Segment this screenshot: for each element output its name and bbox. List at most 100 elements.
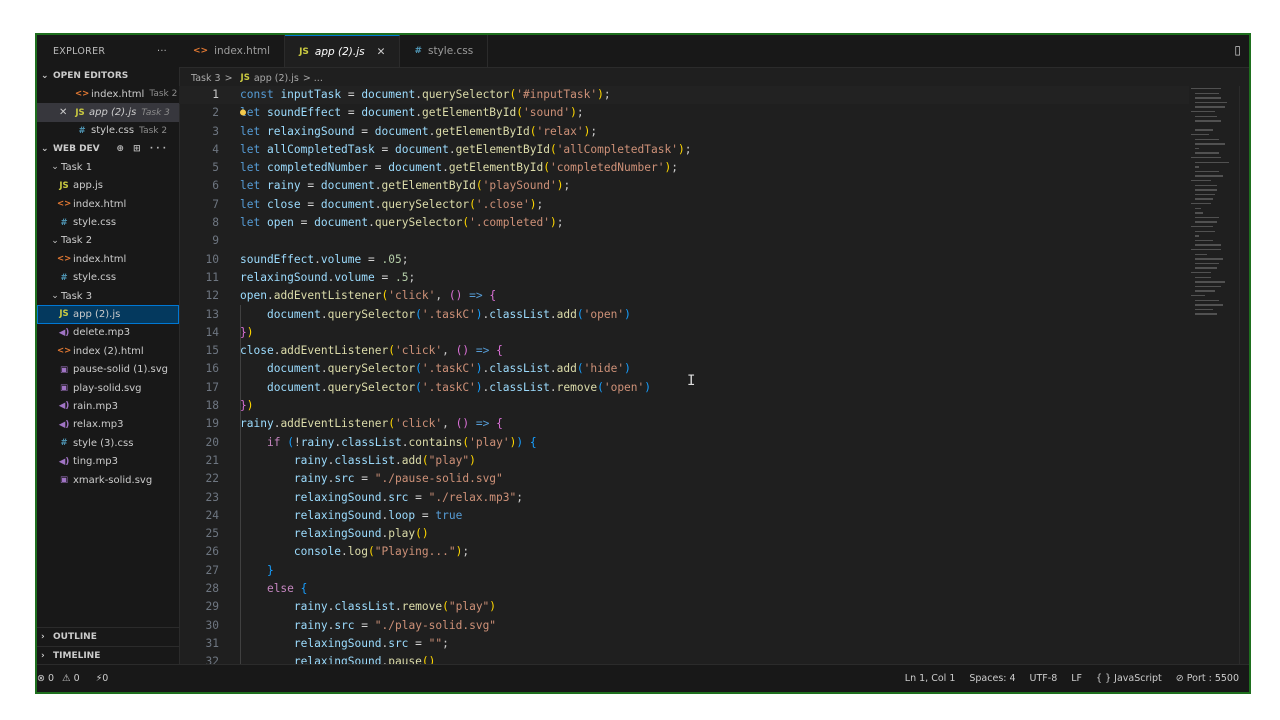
open-editor-item[interactable]: <> index.html Task 2 [37, 85, 179, 103]
errors-indicator[interactable]: ⊗ 0 [37, 673, 54, 684]
file-item[interactable]: ▣ pause-solid (1).svg [37, 360, 179, 378]
code-line[interactable]: 28 else { [179, 580, 1189, 598]
code-line[interactable]: 17 document.querySelector('.taskC').clas… [179, 379, 1189, 397]
file-item[interactable]: ▣ xmark-solid.svg [37, 471, 179, 489]
file-item[interactable]: ◀) relax.mp3 [37, 416, 179, 434]
chevron-down-icon: ⌄ [51, 162, 59, 173]
workspace-section[interactable]: ⌄ WEB DEV ⊕ ⊞ ··· [37, 140, 179, 158]
code-line[interactable]: 15 close.addEventListener('click', () => … [179, 342, 1189, 360]
minimap-line [1195, 258, 1223, 260]
outline-section[interactable]: › OUTLINE [37, 627, 179, 646]
close-icon[interactable]: ✕ [377, 46, 386, 58]
code-line[interactable]: 2 let soundEffect = document.getElementBy… [179, 104, 1189, 122]
open-editor-hint: Task 3 [141, 107, 170, 118]
minimap-line [1195, 262, 1219, 265]
file-item-active[interactable]: JS app (2).js [37, 305, 179, 324]
code-line[interactable]: 13 document.querySelector('.taskC').clas… [179, 306, 1189, 324]
indentation[interactable]: Spaces: 4 [969, 673, 1015, 684]
folder-task-2[interactable]: ⌄ Task 2 [37, 232, 179, 250]
timeline-section[interactable]: › TIMELINE [37, 646, 179, 665]
open-editors-section[interactable]: ⌄ OPEN EDITORS [37, 67, 179, 85]
code-line[interactable]: 24 relaxingSound.loop = true [179, 507, 1189, 525]
code-line[interactable]: 12 open.addEventListener('click', () => { [179, 287, 1189, 305]
tab-app-js[interactable]: JS app (2).js ✕ [285, 35, 401, 67]
tab-style-css[interactable]: # style.css [400, 35, 489, 67]
file-item[interactable]: # style (3).css [37, 434, 179, 452]
tab-label: index.html [214, 45, 271, 57]
line-ending[interactable]: LF [1071, 673, 1082, 684]
file-item[interactable]: <> index.html [37, 250, 179, 268]
tab-index-html[interactable]: <> index.html [179, 35, 286, 67]
code-line[interactable]: 25 relaxingSound.play() [179, 525, 1189, 543]
warnings-indicator[interactable]: ⚠ 0 [62, 673, 80, 684]
code-line[interactable]: 10 soundEffect.volume = .05; [179, 251, 1189, 269]
code-line[interactable]: 9 [179, 232, 1189, 250]
vertical-scrollbar[interactable] [1239, 86, 1249, 665]
code-line[interactable]: 6 let rainy = document.getElementById('pl… [179, 177, 1189, 195]
code-line[interactable]: 19 rainy.addEventListener('click', () => … [179, 415, 1189, 433]
code-line[interactable]: 14}) [179, 324, 1189, 342]
breadcrumb-tail[interactable]: > ... [303, 73, 323, 84]
js-file-icon: JS [299, 46, 309, 57]
file-item[interactable]: ◀) rain.mp3 [37, 397, 179, 415]
file-item[interactable]: <> index (2).html [37, 342, 179, 360]
html-file-icon: <> [57, 199, 72, 210]
code-line[interactable]: 4 let allCompletedTask = document.getElem… [179, 141, 1189, 159]
lightbulb-icon[interactable]: ● [240, 104, 246, 122]
code-line[interactable]: 7 let close = document.querySelector('.cl… [179, 196, 1189, 214]
code-line[interactable]: 30 rainy.src = "./play-solid.svg" [179, 617, 1189, 635]
open-editor-name: index.html [91, 88, 145, 100]
folder-task-3[interactable]: ⌄ Task 3 [37, 287, 179, 305]
file-item[interactable]: JS app.js [37, 177, 179, 195]
ports-indicator[interactable]: ⚡0 [96, 673, 109, 684]
explorer-more-button[interactable]: ··· [157, 46, 167, 57]
open-editor-item[interactable]: # style.css Task 2 [37, 122, 179, 140]
code-line[interactable]: 22 rainy.src = "./pause-solid.svg" [179, 470, 1189, 488]
breadcrumb-folder[interactable]: Task 3 [191, 73, 221, 84]
language-mode[interactable]: { } JavaScript [1096, 673, 1162, 684]
code-editor[interactable]: 1 const inputTask = document.querySelecto… [179, 86, 1189, 665]
code-line[interactable]: 16 document.querySelector('.taskC').clas… [179, 360, 1189, 378]
code-line[interactable]: 8 let open = document.querySelector('.com… [179, 214, 1189, 232]
minimap-line [1195, 304, 1223, 306]
code-line[interactable]: 1 const inputTask = document.querySelecto… [179, 86, 1189, 105]
code-line[interactable]: 11 relaxingSound.volume = .5; [179, 269, 1189, 287]
code-line[interactable]: 26 console.log("Playing..."); [179, 543, 1189, 561]
code-line[interactable]: 27 } [179, 562, 1189, 580]
file-name: rain.mp3 [73, 400, 118, 412]
code-line[interactable]: 18}) [179, 397, 1189, 415]
code-line[interactable]: 3 let relaxingSound = document.getElement… [179, 123, 1189, 141]
file-item[interactable]: # style.css [37, 269, 179, 287]
minimap-line [1195, 138, 1219, 140]
minimap-line [1195, 308, 1213, 311]
file-item[interactable]: <> index.html [37, 195, 179, 213]
code-line[interactable]: 5 let completedNumber = document.getEleme… [179, 159, 1189, 177]
file-item[interactable]: ▣ play-solid.svg [37, 379, 179, 397]
open-editor-item-active[interactable]: ✕ JS app (2).js Task 3 [37, 103, 179, 122]
file-item[interactable]: # style.css [37, 213, 179, 231]
code-line[interactable]: 20 if (!rainy.classList.contains('play')… [179, 434, 1189, 452]
js-file-icon: JS [59, 309, 69, 320]
file-item[interactable]: ◀) ting.mp3 [37, 452, 179, 470]
minimap-line [1191, 111, 1215, 113]
code-line[interactable]: 29 rainy.classList.remove("play") [179, 598, 1189, 616]
minimap-line [1195, 97, 1221, 99]
split-editor-icon[interactable]: ▯ [1234, 43, 1241, 57]
minimap-line [1195, 313, 1217, 315]
code-line[interactable]: 21 rainy.classList.add("play") [179, 452, 1189, 470]
workspace-tools[interactable]: ⊕ ⊞ ··· [116, 144, 169, 154]
cursor-position[interactable]: Ln 1, Col 1 [905, 673, 956, 684]
css-file-icon: # [60, 272, 68, 283]
code-line[interactable]: 23 relaxingSound.src = "./relax.mp3"; [179, 489, 1189, 507]
minimap-line [1195, 92, 1219, 94]
file-item[interactable]: ◀) delete.mp3 [37, 324, 179, 342]
folder-task-1[interactable]: ⌄ Task 1 [37, 158, 179, 176]
live-server-port[interactable]: ⊘ Port : 5500 [1176, 673, 1239, 684]
file-name: delete.mp3 [73, 327, 131, 339]
code-line[interactable]: 31 relaxingSound.src = ""; [179, 635, 1189, 653]
breadcrumb-file[interactable]: app (2).js [254, 73, 299, 84]
minimap[interactable] [1189, 86, 1239, 336]
encoding[interactable]: UTF-8 [1030, 673, 1058, 684]
close-icon[interactable]: ✕ [59, 107, 73, 118]
line-number: 31 [205, 636, 219, 650]
